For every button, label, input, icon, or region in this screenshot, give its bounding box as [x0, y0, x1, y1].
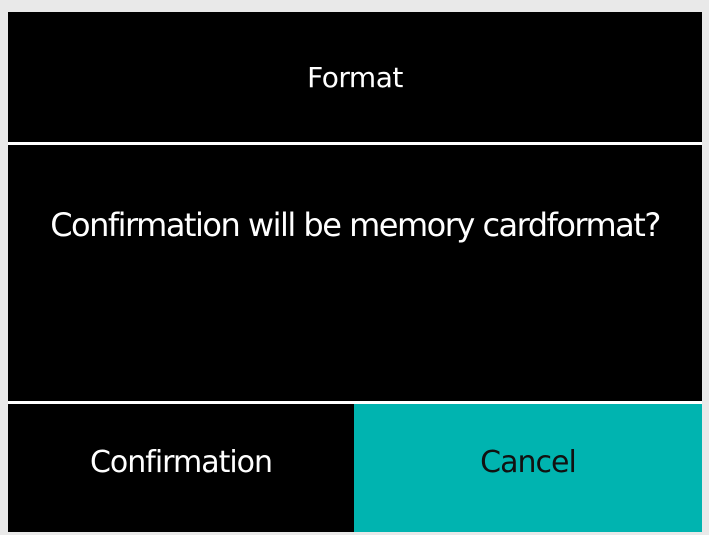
confirmation-message: Confirmation will be memory cardformat? [50, 206, 661, 244]
confirm-button[interactable]: Confirmation [8, 404, 354, 532]
button-row: Confirmation Cancel [8, 404, 702, 532]
dialog-title: Format [307, 60, 403, 94]
format-dialog: Format Confirmation will be memory cardf… [8, 12, 702, 532]
cancel-button[interactable]: Cancel [354, 404, 702, 532]
